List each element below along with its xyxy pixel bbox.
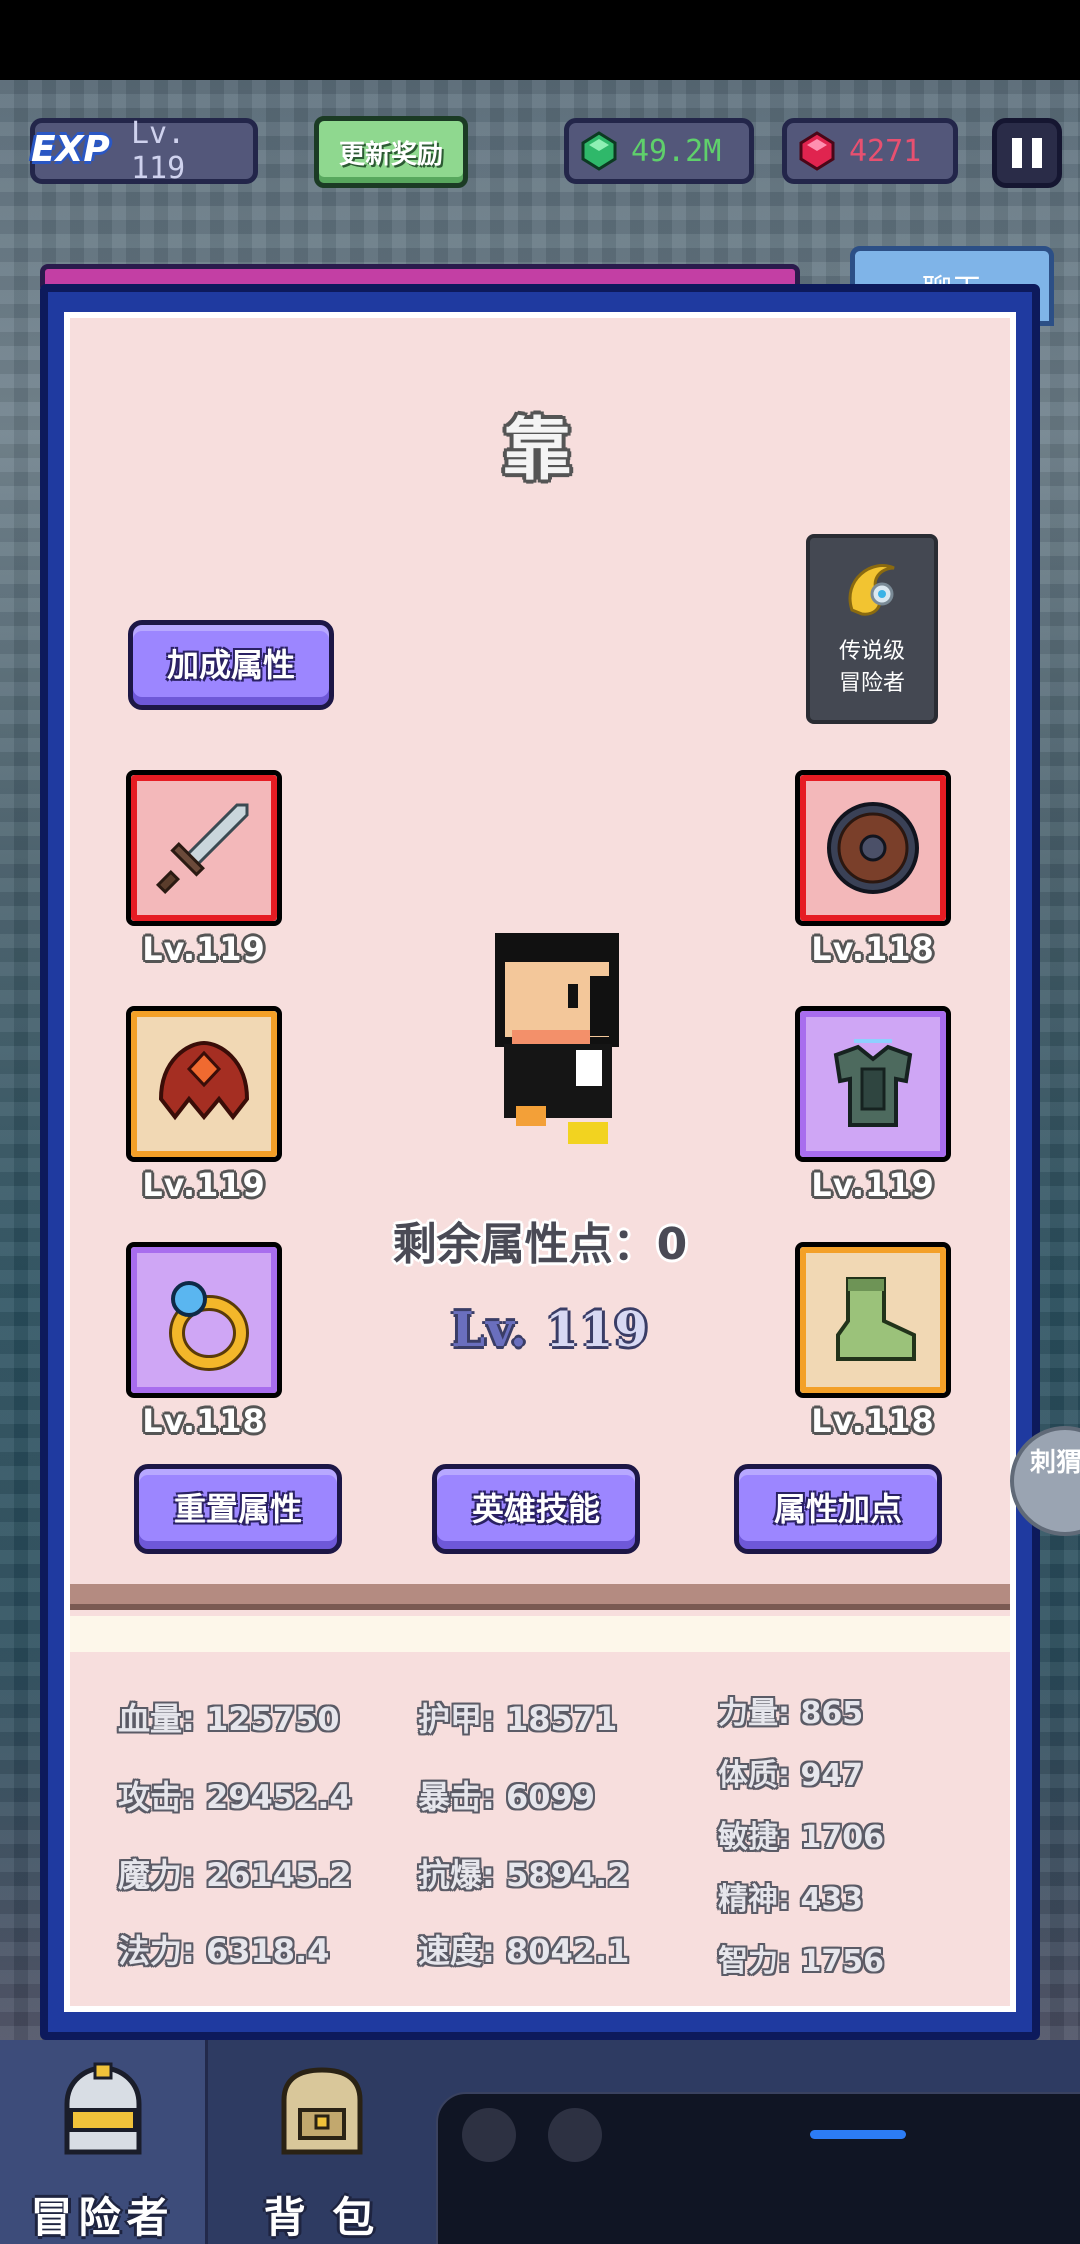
player-level-pill: EXP Lv. 119 [30,116,258,186]
boots-icon [836,1277,916,1361]
stat-hp: 血量: 125750 [118,1700,340,1738]
equip-level-armor: Lv.119 [811,1166,935,1204]
stat-agility: 敏捷: 1706 [718,1820,884,1855]
sword-icon [155,803,249,895]
equip-slot-armor[interactable] [795,1006,951,1162]
equip-slot-boots[interactable] [795,1242,951,1398]
stat-mana: 法力: 6318.4 [118,1932,330,1970]
backpack-icon [281,2067,363,2155]
ruby-icon [799,131,835,171]
stat-spirit: 精神: 433 [718,1882,864,1917]
overlay-expand-button[interactable] [462,2108,516,2162]
helmet-icon [158,1040,250,1121]
hero-level-value: 119 [545,1302,649,1358]
hero-skills-button[interactable]: 英雄技能 [432,1464,640,1554]
player-level-text: Lv. 119 [131,116,186,186]
exp-icon: EXP [31,129,110,170]
equip-level-helmet: Lv.119 [142,1166,266,1204]
panel-divider-light [70,1616,1010,1652]
ring-icon [169,1281,249,1371]
nav-bag[interactable]: 背 包 [218,2040,426,2244]
stat-crit: 暴击: 6099 [418,1778,596,1816]
overlay-drag-handle[interactable] [810,2130,906,2139]
pause-icon-bar [1032,138,1042,168]
badge-line-2: 冒险者 [838,671,905,696]
panel-divider [70,1584,1010,1610]
stat-attack: 攻击: 29452.4 [118,1778,352,1816]
emerald-currency: 49.2M [564,118,754,184]
system-overlay-bar [436,2092,1080,2244]
add-attribute-points-button[interactable]: 属性加点 [734,1464,942,1554]
equip-slot-weapon[interactable] [126,770,282,926]
update-reward-button[interactable]: 更新奖励 [314,116,468,188]
nav-adventurer[interactable]: 冒险者 [0,2040,208,2244]
hero-level: Lv. 119 [450,1302,650,1358]
pause-button[interactable] [992,118,1062,188]
overlay-minimize-button[interactable] [548,2108,602,2162]
hero-level-prefix: Lv. [451,1302,546,1358]
knight-helmet-icon [64,2062,141,2155]
ruby-currency: 4271 [782,118,958,184]
reset-attributes-button[interactable]: 重置属性 [134,1464,342,1554]
stat-intellect: 智力: 1756 [718,1944,884,1979]
stat-armor: 护甲: 18571 [418,1700,618,1738]
equip-level-weapon: Lv.119 [142,930,266,968]
stat-strength: 力量: 865 [718,1696,864,1731]
hero-sprite [495,933,619,1144]
stat-crit-resist: 抗爆: 5894.2 [418,1856,630,1894]
emerald-amount: 49.2M [631,133,722,169]
hero-name: 靠 [502,411,571,490]
ruby-amount: 4271 [849,133,922,169]
stat-constitution: 体质: 947 [718,1758,864,1793]
legend-emblem-icon [848,564,895,616]
equip-level-shield: Lv.118 [811,930,935,968]
badge-line-1: 传说级 [838,639,905,664]
equip-level-boots: Lv.118 [811,1402,935,1440]
nav-bag-label: 背 包 [263,2193,381,2242]
remaining-attribute-points: 剩余属性点：0 [392,1219,688,1270]
equip-level-ring: Lv.118 [142,1402,266,1440]
pause-icon [1012,138,1022,168]
equip-slot-shield[interactable] [795,770,951,926]
armor-icon [833,1039,913,1127]
equip-slot-ring[interactable] [126,1242,282,1398]
stat-speed: 速度: 8042.1 [418,1932,630,1970]
bonus-attributes-button[interactable]: 加成属性 [128,620,334,710]
emerald-icon [581,131,617,171]
shield-icon [827,802,919,894]
stat-magic: 魔力: 26145.2 [118,1856,352,1894]
equip-slot-helmet[interactable] [126,1006,282,1162]
legendary-adventurer-badge[interactable]: 传说级 冒险者 [806,534,938,724]
nav-adventurer-label: 冒险者 [30,2193,175,2242]
